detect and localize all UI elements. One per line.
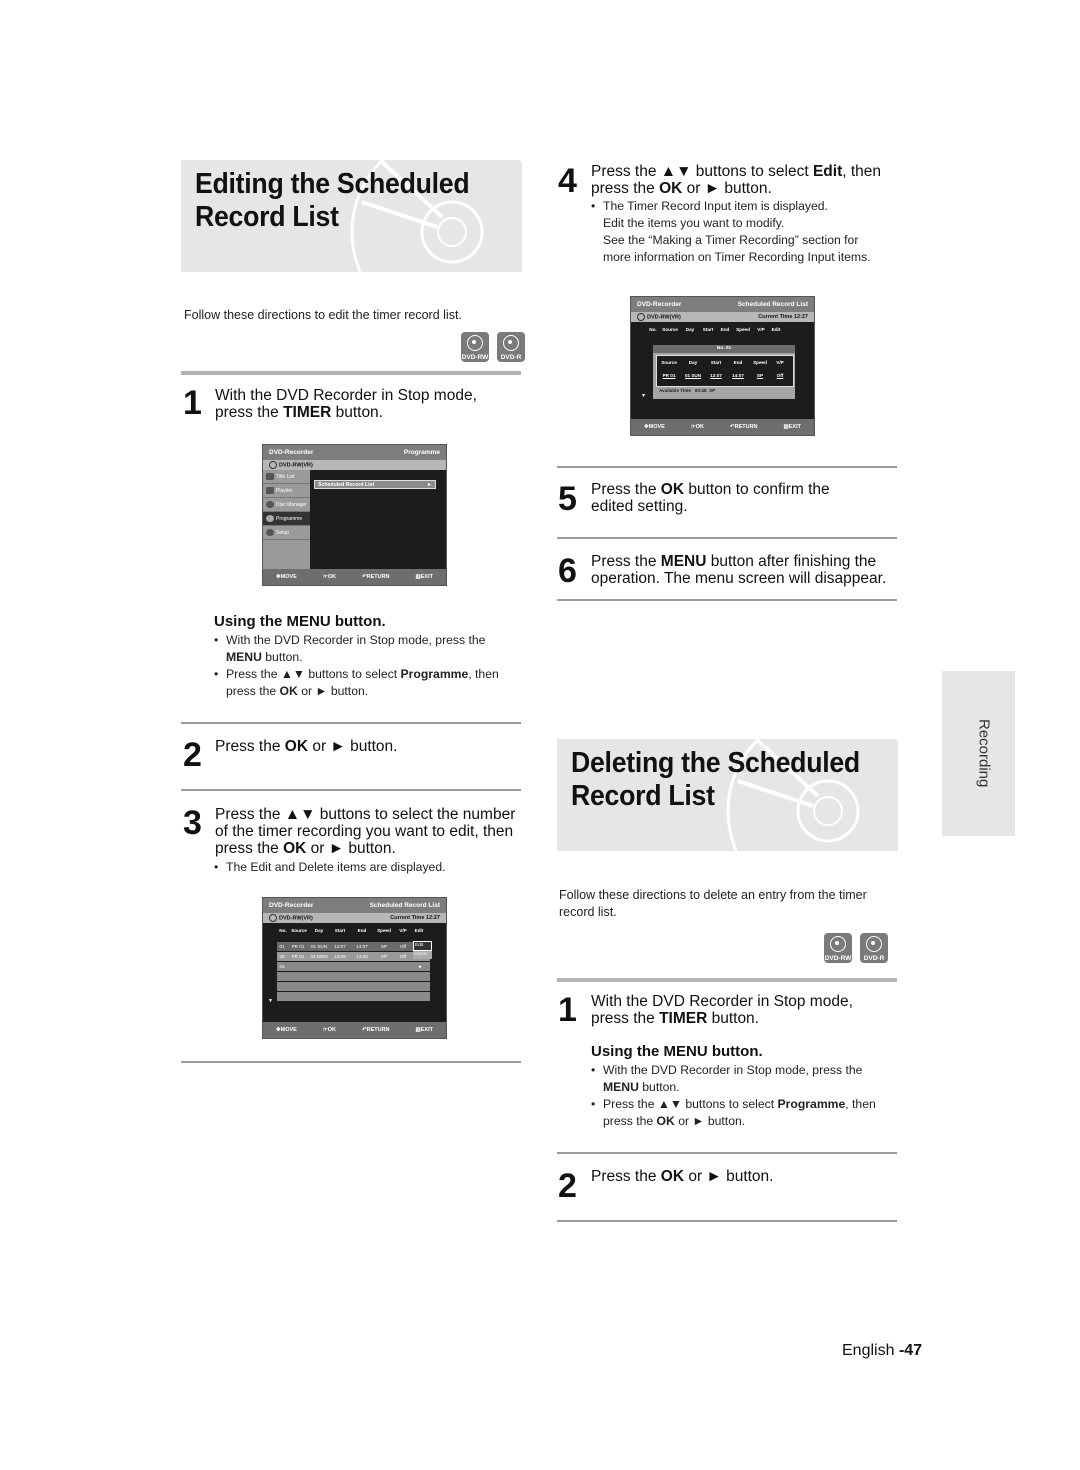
osd-side-disc-manager[interactable]: Disc Manager [263, 498, 310, 512]
step-3-text: Press the ▲▼ buttons to select the numbe… [215, 806, 516, 857]
editing-title: Editing the Scheduled Record List [195, 168, 470, 233]
deleting-title: Deleting the Scheduled Record List [571, 747, 860, 812]
osd-list-table: 01 PR 01 01 SUN 13:07 14:07 SP Off 02 PR 01 02 M… [277, 942, 430, 1001]
osd-move-hint: ✥MOVE [276, 574, 297, 580]
programme-icon [266, 515, 274, 522]
source-field[interactable]: PR 01 [657, 373, 681, 378]
menu-help-bullets: With the DVD Recorder in Stop mode, pres… [591, 1062, 876, 1130]
divider [557, 1220, 897, 1222]
step-4-text: Press the ▲▼ buttons to select Edit, the… [591, 163, 882, 197]
step-number: 1 [183, 384, 202, 422]
step-4-notes: The Timer Record Input item is displayed… [591, 198, 871, 266]
table-row[interactable]: 03 ► [277, 962, 430, 971]
day-field[interactable]: 01 SUN [681, 373, 705, 378]
osd-side-menu: Title List Playlist Disc Manager Program… [263, 470, 310, 569]
editing-intro: Follow these directions to edit the time… [184, 308, 462, 322]
step-number: 4 [558, 162, 577, 200]
dvd-rw-badge-icon: DVD-RW [824, 933, 852, 963]
dvd-r-badge-icon: DVD-R [497, 332, 525, 362]
table-row[interactable]: 01 PR 01 01 SUN 13:07 14:07 SP Off [277, 942, 430, 951]
deleting-intro: Follow these directions to delete an ent… [559, 888, 867, 919]
osd-side-setup[interactable]: Setup [263, 526, 310, 540]
deleting-disc-badges: DVD-RW DVD-R [824, 933, 888, 963]
step-number: 2 [183, 736, 202, 774]
divider [181, 371, 521, 375]
osd-ok-hint: ☞OK [322, 574, 336, 580]
dvd-r-badge-icon: DVD-R [860, 933, 888, 963]
osd-edit-popup: Edit Delete [413, 941, 432, 959]
osd-return-hint: ↶RETURN [362, 574, 390, 580]
divider [557, 599, 897, 601]
page-footer: English -47 [842, 1342, 923, 1359]
editing-disc-badges: DVD-RW DVD-R [461, 332, 525, 362]
divider [557, 537, 897, 539]
available-time: Available Time 00:48 SP [659, 388, 716, 393]
arrow-right-icon: ► [426, 481, 432, 488]
dvd-rw-badge-icon: DVD-RW [461, 332, 489, 362]
scroll-down-icon[interactable]: ▼ [268, 998, 273, 1004]
osd-side-programme[interactable]: Programme [263, 512, 310, 526]
osd-side-title-list[interactable]: Title List [263, 470, 310, 484]
step-6-text: Press the MENU button after finishing th… [591, 553, 887, 587]
osd-disc-type: DVD-RW(VR) [269, 461, 313, 469]
delete-step-2-text: Press the OK or ► button. [591, 1168, 774, 1185]
vp-field[interactable]: Off [771, 373, 789, 378]
deleting-title-box: Deleting the Scheduled Record List [557, 739, 898, 851]
playlist-icon [266, 487, 274, 494]
table-row[interactable]: 02 PR 01 02 MON 13:08 14:08 SP Off [277, 952, 430, 961]
step-1-text: With the DVD Recorder in Stop mode, pres… [215, 387, 477, 421]
osd-programme-screen: DVD-Recorder Programme DVD-RW(VR) Title L… [262, 444, 447, 586]
section-tab-recording[interactable]: Recording [942, 671, 1015, 836]
step-2-text: Press the OK or ► button. [215, 738, 398, 755]
divider [181, 1061, 521, 1063]
divider [181, 722, 521, 724]
speed-field[interactable]: SP [749, 373, 771, 378]
osd-timer-input-screen: DVD-Recorder Scheduled Record List DVD-RW… [630, 296, 815, 436]
popup-delete-option[interactable]: Delete [413, 951, 432, 959]
osd-list-header: No. Source Day Start End Speed V/P Edit [279, 928, 424, 933]
osd-menu-item-scheduled-record-list[interactable]: Scheduled Record List ► [314, 480, 436, 489]
start-field[interactable]: 13:07 [705, 373, 727, 378]
step-number: 2 [558, 1167, 577, 1205]
menu-help-heading: Using the MENU button. [214, 613, 386, 630]
osd-exit-hint: ▥EXIT [415, 574, 433, 580]
osd-side-playlist[interactable]: Playlist [263, 484, 310, 498]
end-field[interactable]: 14:07 [727, 373, 749, 378]
disc-manager-icon [266, 501, 274, 508]
step-number: 3 [183, 804, 202, 842]
osd-brand: DVD-Recorder [269, 449, 314, 456]
divider [557, 1152, 897, 1154]
setup-gear-icon [266, 529, 274, 536]
osd-footer: ✥MOVE ☞OK ↶RETURN ▥EXIT [263, 569, 446, 585]
step-5-text: Press the OK button to confirm the edite… [591, 481, 830, 515]
editing-title-box: Editing the Scheduled Record List [181, 160, 522, 272]
osd-input-panel: No. 01 Source Day Start End Speed V/P PR 01 01… [653, 345, 795, 399]
step-number: 5 [558, 480, 577, 518]
osd-scheduled-list-screen: DVD-Recorder Scheduled Record List DVD-RW… [262, 897, 447, 1039]
title-list-icon [266, 473, 274, 480]
entry-number: No. 01 [653, 345, 795, 353]
divider [181, 789, 521, 791]
delete-step-1-text: With the DVD Recorder in Stop mode, pres… [591, 993, 853, 1027]
scroll-down-icon[interactable]: ▼ [641, 393, 646, 399]
menu-help-heading: Using the MENU button. [591, 1043, 763, 1060]
popup-edit-option[interactable]: Edit [413, 941, 432, 951]
menu-help-bullets: With the DVD Recorder in Stop mode, pres… [214, 632, 499, 700]
divider [557, 978, 897, 982]
step-number: 6 [558, 552, 577, 590]
osd-title: Programme [403, 449, 440, 456]
step-3-note: The Edit and Delete items are displayed. [214, 859, 1080, 876]
step-number: 1 [558, 991, 577, 1029]
divider [557, 466, 897, 468]
